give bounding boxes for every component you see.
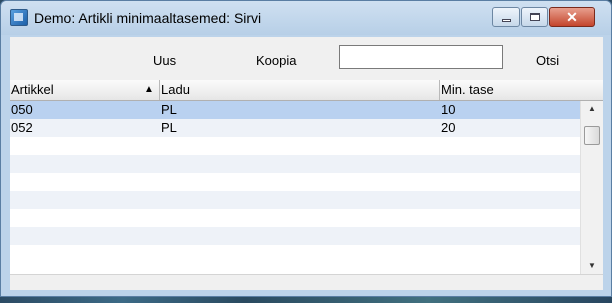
search-button[interactable]: Otsi — [536, 53, 559, 68]
minimize-button[interactable] — [492, 7, 520, 27]
records-table: Artikkel ▲ Ladu Min. tase 050 PL 10 052 … — [10, 80, 603, 290]
window-title: Demo: Artikli minimaaltasemed: Sirvi — [34, 10, 262, 26]
empty-row — [10, 137, 580, 155]
cell-ladu: PL — [161, 102, 177, 117]
maximize-button[interactable] — [521, 7, 548, 27]
status-strip — [10, 274, 603, 290]
sort-ascending-icon: ▲ — [144, 84, 154, 95]
vertical-scrollbar[interactable]: ▲ ▼ — [580, 101, 603, 274]
table-row[interactable]: 052 PL 20 — [10, 119, 580, 137]
column-header-label: Ladu — [161, 82, 190, 97]
cell-ladu: PL — [161, 120, 177, 135]
scrollbar-thumb[interactable] — [584, 126, 600, 145]
taskbar-strip — [0, 297, 612, 303]
empty-row — [10, 191, 580, 209]
empty-row — [10, 227, 580, 245]
empty-row — [10, 173, 580, 191]
scroll-down-arrow-icon[interactable]: ▼ — [581, 258, 603, 274]
empty-row — [10, 155, 580, 173]
table-row[interactable]: 050 PL 10 — [10, 101, 580, 119]
new-button[interactable]: Uus — [153, 53, 176, 68]
column-header-label: Min. tase — [441, 82, 494, 97]
column-header-min-tase[interactable]: Min. tase — [440, 80, 603, 100]
cell-min-tase: 20 — [441, 120, 456, 135]
title-bar[interactable]: Demo: Artikli minimaaltasemed: Sirvi ✕ — [1, 1, 611, 35]
table-header: Artikkel ▲ Ladu Min. tase — [10, 80, 603, 101]
column-header-ladu[interactable]: Ladu — [160, 80, 440, 100]
column-header-artikkel[interactable]: Artikkel ▲ — [10, 80, 160, 100]
app-window-icon — [10, 9, 28, 26]
empty-row — [10, 209, 580, 227]
close-button[interactable]: ✕ — [549, 7, 595, 27]
cell-artikkel: 050 — [11, 102, 33, 117]
copy-button[interactable]: Koopia — [256, 53, 296, 68]
table-body: 050 PL 10 052 PL 20 — [10, 101, 580, 263]
column-header-label: Artikkel — [11, 82, 54, 97]
cell-artikkel: 052 — [11, 120, 33, 135]
scroll-up-arrow-icon[interactable]: ▲ — [581, 101, 603, 117]
close-icon: ✕ — [566, 9, 578, 25]
empty-row — [10, 245, 580, 263]
search-input[interactable] — [339, 45, 503, 69]
browse-window: Demo: Artikli minimaaltasemed: Sirvi ✕ U… — [0, 0, 612, 297]
cell-min-tase: 10 — [441, 102, 456, 117]
toolbar: Uus Koopia Otsi — [10, 37, 603, 80]
